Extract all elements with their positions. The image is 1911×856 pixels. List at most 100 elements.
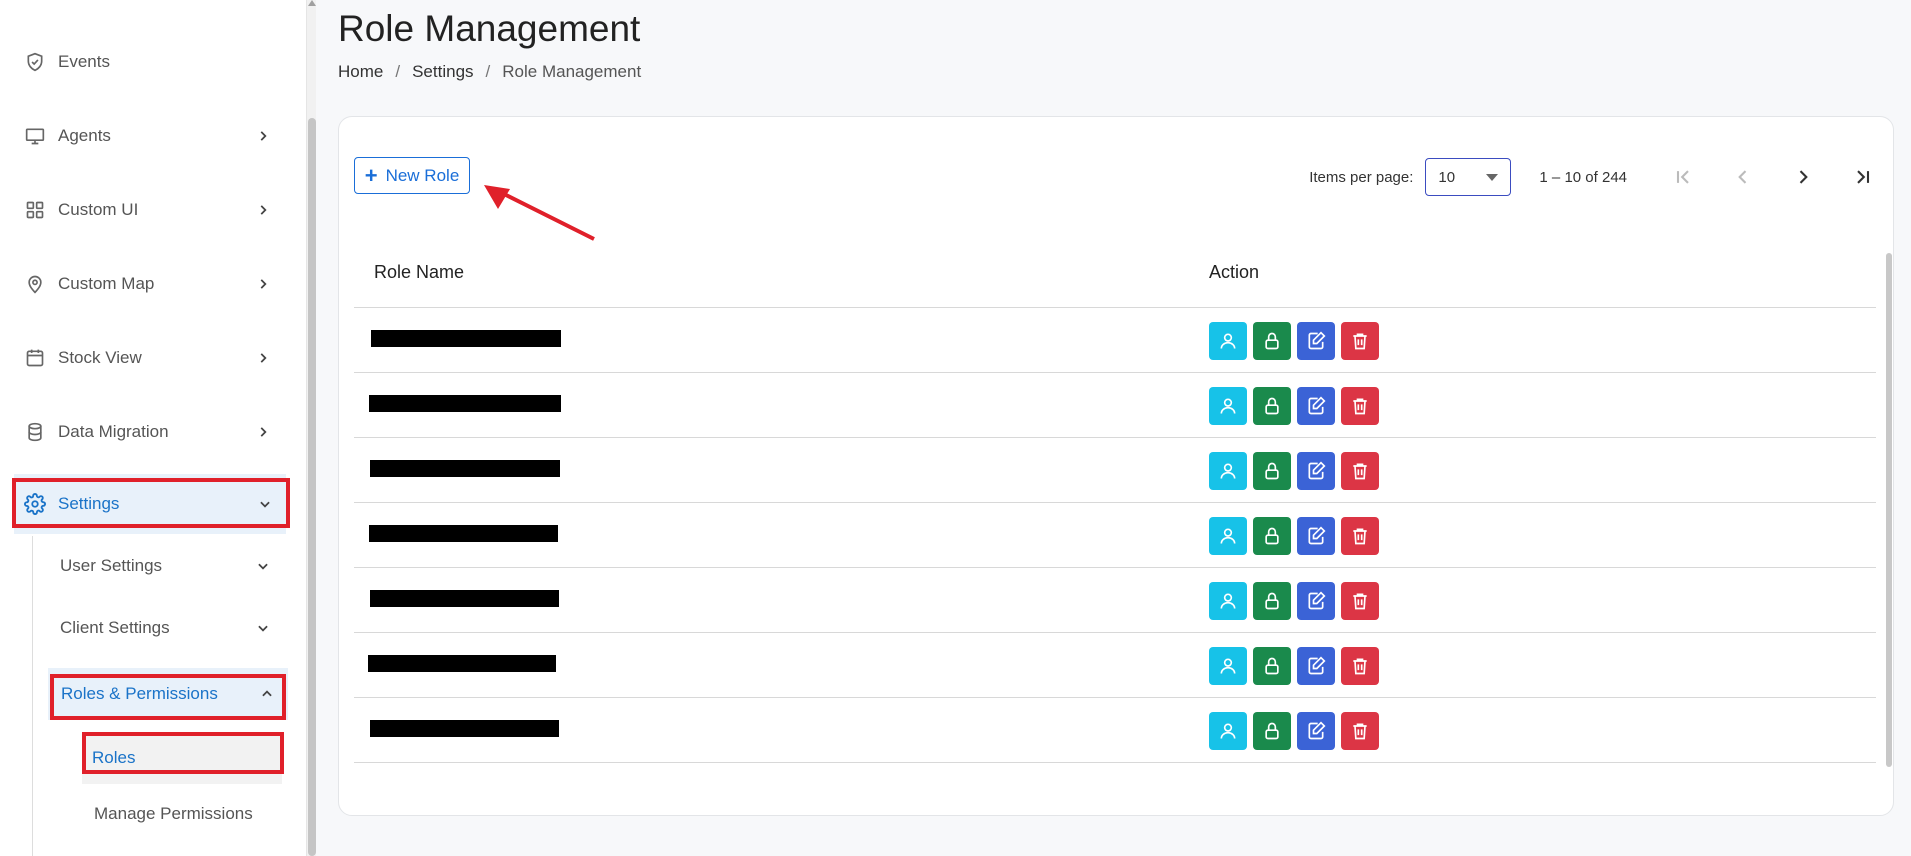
permissions-button[interactable] xyxy=(1253,452,1291,490)
chevron-up-icon xyxy=(262,690,272,697)
delete-role-button[interactable] xyxy=(1341,322,1379,360)
first-page-button[interactable] xyxy=(1653,157,1713,197)
table-row xyxy=(354,308,1876,373)
nav-item-label: Agents xyxy=(58,126,111,145)
edit-role-button[interactable] xyxy=(1297,387,1335,425)
sub-item-label: Manage Permissions xyxy=(94,804,253,823)
sub-item-roles[interactable]: Roles xyxy=(82,732,282,784)
edit-role-button[interactable] xyxy=(1297,452,1335,490)
row-actions xyxy=(1209,387,1379,425)
edit-role-button[interactable] xyxy=(1297,517,1335,555)
trash-icon xyxy=(1350,656,1370,676)
table-row xyxy=(354,503,1876,568)
redacted-role-name xyxy=(370,590,559,607)
main-content: Role Management Home / Settings / Role M… xyxy=(316,0,1911,856)
lock-icon xyxy=(1262,526,1282,546)
column-header-role-name[interactable]: Role Name xyxy=(374,237,464,307)
view-users-button[interactable] xyxy=(1209,647,1247,685)
view-users-button[interactable] xyxy=(1209,387,1247,425)
lock-icon xyxy=(1262,591,1282,611)
prev-page-button[interactable] xyxy=(1713,157,1773,197)
edit-role-button[interactable] xyxy=(1297,647,1335,685)
delete-role-button[interactable] xyxy=(1341,582,1379,620)
delete-role-button[interactable] xyxy=(1341,517,1379,555)
items-per-page-value: 10 xyxy=(1438,168,1456,186)
user-icon xyxy=(1218,591,1238,611)
shield-check-icon xyxy=(24,51,46,73)
row-actions xyxy=(1209,452,1379,490)
delete-role-button[interactable] xyxy=(1341,452,1379,490)
breadcrumb-home[interactable]: Home xyxy=(338,62,383,82)
nav-item-stock-view[interactable]: Stock View xyxy=(0,328,290,388)
chevron-down-icon xyxy=(258,625,268,632)
delete-role-button[interactable] xyxy=(1341,387,1379,425)
new-role-label: New Role xyxy=(385,165,460,185)
chevron-down-icon xyxy=(258,563,268,570)
permissions-button[interactable] xyxy=(1253,712,1291,750)
nav-item-label: Events xyxy=(58,52,110,71)
sub-item-roles-permissions[interactable]: Roles & Permissions xyxy=(48,668,288,720)
chevron-down-icon xyxy=(260,501,270,508)
view-users-button[interactable] xyxy=(1209,582,1247,620)
calendar-box-icon xyxy=(24,347,46,369)
last-page-button[interactable] xyxy=(1833,157,1893,197)
user-icon xyxy=(1218,526,1238,546)
chevron-right-icon xyxy=(1799,170,1808,184)
edit-icon xyxy=(1306,526,1326,546)
edit-role-button[interactable] xyxy=(1297,322,1335,360)
sub-item-user-settings[interactable]: User Settings xyxy=(60,540,290,592)
monitor-icon xyxy=(24,125,46,147)
row-actions xyxy=(1209,582,1379,620)
page-title: Role Management xyxy=(338,8,641,49)
view-users-button[interactable] xyxy=(1209,322,1247,360)
sub-item-client-settings[interactable]: Client Settings xyxy=(60,602,290,654)
chevron-right-icon xyxy=(260,205,267,215)
user-icon xyxy=(1218,331,1238,351)
nav-item-label: Custom Map xyxy=(58,274,155,293)
sub-item-label: User Settings xyxy=(60,556,163,575)
scroll-up-arrow-icon[interactable] xyxy=(308,0,316,6)
view-users-button[interactable] xyxy=(1209,712,1247,750)
view-users-button[interactable] xyxy=(1209,517,1247,555)
nav-item-agents[interactable]: Agents xyxy=(0,106,290,166)
permissions-button[interactable] xyxy=(1253,582,1291,620)
next-page-button[interactable] xyxy=(1773,157,1833,197)
view-users-button[interactable] xyxy=(1209,452,1247,490)
table-row xyxy=(354,373,1876,438)
trash-icon xyxy=(1350,721,1370,741)
nav-item-settings[interactable]: Settings xyxy=(14,474,286,534)
permissions-button[interactable] xyxy=(1253,322,1291,360)
scrollbar-thumb[interactable] xyxy=(1886,253,1892,767)
sub-item-manage-permissions[interactable]: Manage Permissions xyxy=(94,788,294,840)
redacted-role-name xyxy=(368,655,556,672)
edit-icon xyxy=(1306,656,1326,676)
redacted-role-name xyxy=(369,395,561,412)
permissions-button[interactable] xyxy=(1253,647,1291,685)
sub-item-label: Client Settings xyxy=(60,618,170,637)
sidebar-scrollbar[interactable] xyxy=(306,0,316,856)
first-page-icon xyxy=(1676,170,1689,184)
breadcrumb-settings[interactable]: Settings xyxy=(412,62,473,82)
trash-icon xyxy=(1350,461,1370,481)
nav-item-label: Custom UI xyxy=(58,200,139,219)
nav-item-data-migration[interactable]: Data Migration xyxy=(0,402,290,462)
scrollbar-thumb[interactable] xyxy=(308,118,316,856)
chevron-right-icon xyxy=(260,279,267,289)
sub-item-label: Roles xyxy=(92,748,136,767)
edit-role-button[interactable] xyxy=(1297,582,1335,620)
permissions-button[interactable] xyxy=(1253,387,1291,425)
nav-item-custom-ui[interactable]: Custom UI xyxy=(0,180,290,240)
trash-icon xyxy=(1350,331,1370,351)
new-role-button[interactable]: + New Role xyxy=(354,157,470,194)
chevron-right-icon xyxy=(260,131,267,141)
table-scrollbar[interactable] xyxy=(1885,245,1893,775)
chevron-right-icon xyxy=(260,427,267,437)
annotation-arrow-icon xyxy=(484,185,595,241)
items-per-page-select[interactable]: 10 xyxy=(1425,158,1512,196)
nav-item-events[interactable]: Events xyxy=(0,32,290,92)
delete-role-button[interactable] xyxy=(1341,712,1379,750)
edit-role-button[interactable] xyxy=(1297,712,1335,750)
delete-role-button[interactable] xyxy=(1341,647,1379,685)
nav-item-custom-map[interactable]: Custom Map xyxy=(0,254,290,314)
permissions-button[interactable] xyxy=(1253,517,1291,555)
